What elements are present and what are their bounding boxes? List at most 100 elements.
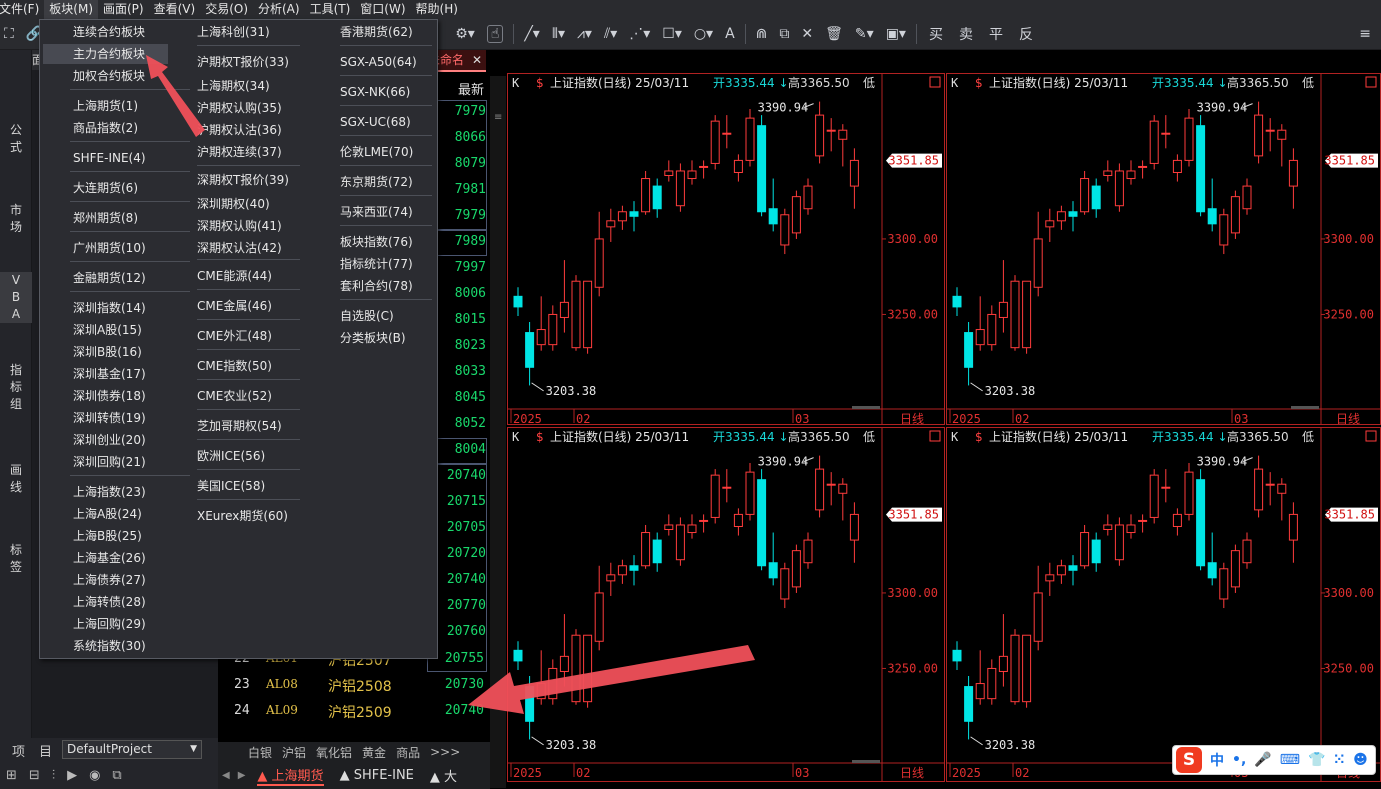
mascot-icon[interactable]: ☻ <box>1353 752 1368 768</box>
menu-item-sector[interactable]: 深圳转债(19) <box>43 408 168 428</box>
menu-item-sector[interactable]: CME指数(50) <box>179 356 306 376</box>
parallel-lines-icon[interactable]: ⦀▾ <box>552 26 565 42</box>
menu-item-sector[interactable]: 上海B股(25) <box>43 526 168 546</box>
first-icon[interactable]: ◀ <box>222 770 230 781</box>
text-icon[interactable]: A <box>725 26 735 42</box>
menu-item-sector[interactable]: 大连期货(6) <box>43 178 168 198</box>
magnet-icon[interactable]: ⋒ <box>756 26 768 42</box>
menu-item-sector[interactable]: 上海指数(23) <box>43 482 168 502</box>
microphone-icon[interactable]: 🎤 <box>1254 752 1271 768</box>
menu-item-sector[interactable]: 美国ICE(58) <box>179 476 306 496</box>
menu-item-sector[interactable]: SGX-UC(68) <box>322 112 432 132</box>
chart-panel-4[interactable]: K $ 上证指数(日线) 25/03/11 开3335.44 ↓ 高3365.50 低 33… <box>946 427 1381 782</box>
vertical-tab-3[interactable]: 指标组 <box>0 362 32 413</box>
menu-item-sector[interactable]: 金融期货(12) <box>43 268 168 288</box>
menu-item-sector[interactable]: 芝加哥期权(54) <box>179 416 306 436</box>
menu-item-sector[interactable]: 深期权T报价(39) <box>179 170 306 190</box>
menu-item-sector[interactable]: 深圳A股(15) <box>43 320 168 340</box>
menu-item-sector[interactable]: 自选股(C) <box>322 306 432 326</box>
chart-panel-1[interactable]: K $ 上证指数(日线) 25/03/11 开3335.44 ↓ 高3365.50 低 33… <box>507 73 945 425</box>
category-tab-5[interactable]: >>> <box>430 745 460 759</box>
menu-item-sector[interactable]: 主力合约板块 <box>43 44 168 64</box>
candlestick-chart[interactable]: K $ 上证指数(日线) 25/03/11 开3335.44 ↓ 高3365.50 低 33… <box>947 428 1380 781</box>
pen-icon[interactable]: ✎▾ <box>855 26 874 42</box>
menu-item-sector[interactable]: CME能源(44) <box>179 266 306 286</box>
menu-item-sector[interactable]: 上海期权(34) <box>179 76 306 96</box>
save-icon[interactable]: ▣▾ <box>886 26 906 42</box>
candlestick-chart[interactable]: K $ 上证指数(日线) 25/03/11 开3335.44 ↓ 高3365.50 低 33… <box>508 428 944 781</box>
stop-icon[interactable]: ◉ <box>89 768 100 783</box>
menu-item-sector[interactable]: 连续合约板块 <box>43 22 168 42</box>
close-icon[interactable]: ✕ <box>472 50 482 70</box>
menu-item-sector[interactable]: SGX-NK(66) <box>322 82 432 102</box>
category-tab-3[interactable]: 黄金 <box>362 744 386 761</box>
menu-item-sector[interactable]: 广州期货(10) <box>43 238 168 258</box>
menu-item-sector[interactable]: 深圳创业(20) <box>43 430 168 450</box>
menu-item-sector[interactable]: 沪期权连续(37) <box>179 142 306 162</box>
menu-item-sector[interactable]: 分类板块(B) <box>322 328 432 348</box>
menu-item-sector[interactable]: SHFE-INE(4) <box>43 148 168 168</box>
line-tool-icon[interactable]: ╱▾ <box>524 26 539 42</box>
apps-icon[interactable]: ⁙ <box>1333 752 1345 768</box>
fan-icon[interactable]: ⩘▾ <box>577 26 592 42</box>
menu-item-1[interactable]: 板块(M) <box>44 0 98 19</box>
menu-item-sector[interactable]: SGX-A50(64) <box>322 52 432 72</box>
category-tab-4[interactable]: 商品 <box>396 744 420 761</box>
category-tab-1[interactable]: 沪铝 <box>282 744 306 761</box>
project-select[interactable]: DefaultProject ▼ <box>62 740 202 759</box>
menu-item-sector[interactable]: 东京期货(72) <box>322 172 432 192</box>
menu-item-sector[interactable]: 深圳债券(18) <box>43 386 168 406</box>
menu-item-sector[interactable]: 板块指数(76) <box>322 232 432 252</box>
menu-item-sector[interactable]: 深圳指数(14) <box>43 298 168 318</box>
trash-icon[interactable]: 🗑 <box>825 26 843 42</box>
punctuation-icon[interactable]: •, <box>1232 752 1246 768</box>
menu-item-sector[interactable]: CME农业(52) <box>179 386 306 406</box>
menu-item-sector[interactable]: 系统指数(30) <box>43 636 168 656</box>
circle-icon[interactable]: ○▾ <box>694 26 713 42</box>
sogou-logo-icon[interactable]: S <box>1176 747 1202 773</box>
menu-item-sector[interactable]: 深圳回购(21) <box>43 452 168 472</box>
rect-icon[interactable]: ☐▾ <box>662 26 682 42</box>
menu-item-sector[interactable]: 深圳期权(40) <box>179 194 306 214</box>
menu-item-sector[interactable]: 沪期权T报价(33) <box>179 52 306 72</box>
menu-item-6[interactable]: 工具(T) <box>305 0 356 19</box>
expand-icon[interactable]: ⛶ <box>4 26 14 42</box>
layout-icon[interactable]: ⧉ <box>112 768 121 783</box>
channel-icon[interactable]: ⫽▾ <box>604 26 617 42</box>
table-row[interactable]: 24 AL09 沪铝2509 20740 <box>218 700 490 724</box>
menu-item-sector[interactable]: 深圳B股(16) <box>43 342 168 362</box>
grid-icon[interactable]: ⊞ <box>6 768 17 783</box>
menu-item-5[interactable]: 分析(A) <box>253 0 305 19</box>
buy-button[interactable]: 买 <box>929 24 943 44</box>
menu-item-sector[interactable]: 沪期权认购(35) <box>179 98 306 118</box>
sell-button[interactable]: 卖 <box>959 24 973 44</box>
chart-panel-2[interactable]: K $ 上证指数(日线) 25/03/11 开3335.44 ↓ 高3365.50 低 33… <box>946 73 1381 425</box>
menu-item-0[interactable]: 文件(F) <box>0 0 44 19</box>
fib-icon[interactable]: ⋰▾ <box>629 26 650 42</box>
candlestick-chart[interactable]: K $ 上证指数(日线) 25/03/11 开3335.44 ↓ 高3365.50 低 33… <box>508 74 944 424</box>
lock-icon[interactable]: ⧉ <box>779 26 789 42</box>
vertical-tab-0[interactable]: 公式 <box>0 122 32 156</box>
hamburger-icon[interactable]: ≡ <box>1359 26 1371 42</box>
menu-item-sector[interactable]: 上海债券(27) <box>43 570 168 590</box>
table-row[interactable]: 23 AL08 沪铝2508 20730 <box>218 674 490 698</box>
menu-item-sector[interactable]: 深期权认购(41) <box>179 216 306 236</box>
close-position-button[interactable]: 平 <box>989 24 1003 44</box>
menu-item-sector[interactable]: 上海转债(28) <box>43 592 168 612</box>
menu-item-sector[interactable]: 上海回购(29) <box>43 614 168 634</box>
vertical-tab-1[interactable]: 市场 <box>0 202 32 236</box>
skin-icon[interactable]: 👕 <box>1308 752 1325 768</box>
sheet-tab-shfe-ine[interactable]: ▲ SHFE-INE <box>340 768 414 783</box>
menu-item-sector[interactable]: 上海基金(26) <box>43 548 168 568</box>
vertical-tab-4[interactable]: 画线 <box>0 462 32 496</box>
vertical-scrollbar[interactable]: ≡ <box>490 76 506 788</box>
menu-item-sector[interactable]: 商品指数(2) <box>43 118 168 138</box>
menu-item-sector[interactable]: 套利合约(78) <box>322 276 432 296</box>
chinese-mode-icon[interactable]: 中 <box>1210 750 1224 770</box>
menu-item-sector[interactable]: 上海科创(31) <box>179 22 306 42</box>
keyboard-icon[interactable]: ⌨ <box>1280 752 1300 768</box>
menu-item-sector[interactable]: 香港期货(62) <box>322 22 432 42</box>
menu-item-sector[interactable]: 深期权认沽(42) <box>179 238 306 258</box>
window-icon[interactable]: ⊟ <box>29 768 40 783</box>
menu-item-sector[interactable]: 深圳基金(17) <box>43 364 168 384</box>
